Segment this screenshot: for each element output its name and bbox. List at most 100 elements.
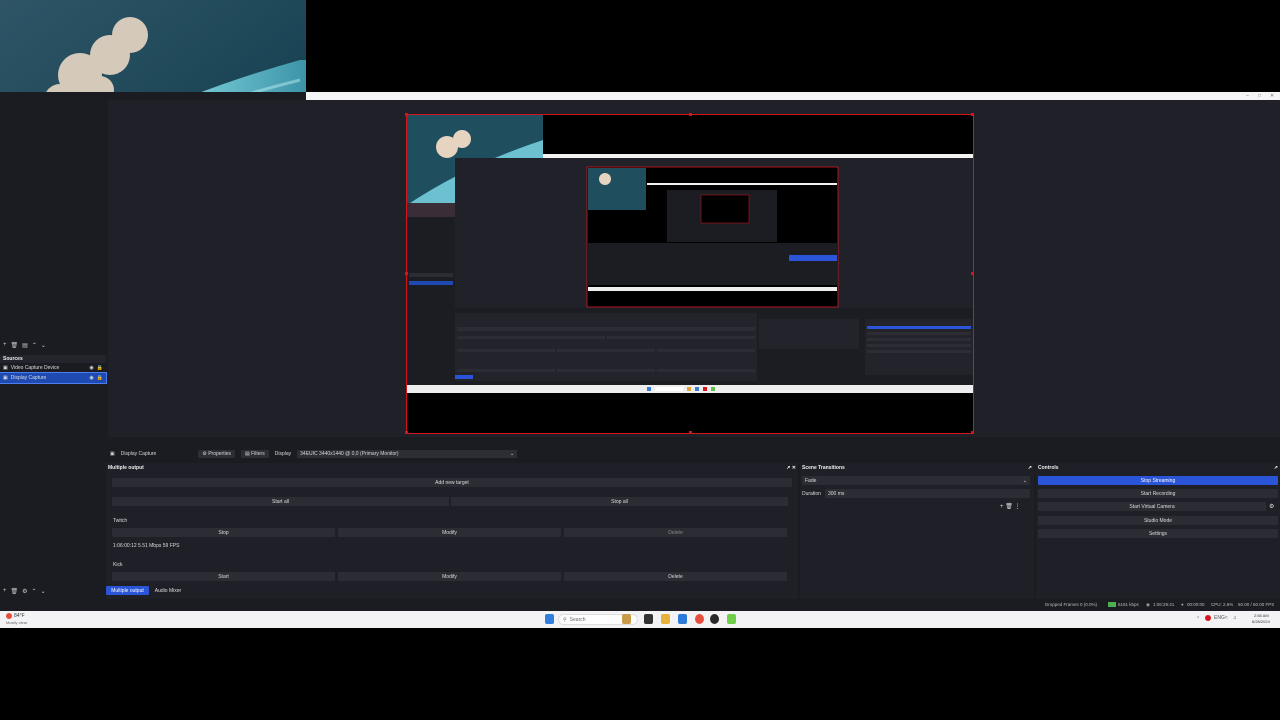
- window-titlebar: – □ ✕: [306, 92, 1280, 100]
- source-item-display-capture[interactable]: ▣ Display Capture ◉ 🔒: [0, 372, 107, 384]
- eye-icon[interactable]: ◉: [89, 375, 93, 381]
- status-bar: Dropped Frames 0 (0.0%) 6181 kbps ◉ 1:06…: [0, 600, 1280, 610]
- trash-icon[interactable]: 🗑: [11, 342, 19, 349]
- resize-handle[interactable]: [405, 272, 408, 275]
- chevron-up-icon[interactable]: ⌃: [1196, 616, 1200, 622]
- source-label: Display Capture: [10, 375, 47, 381]
- close-icon[interactable]: ✕: [1270, 93, 1274, 99]
- record-time: 00:00:00: [1187, 602, 1205, 607]
- float-icon[interactable]: ↗: [1274, 465, 1278, 471]
- nested-capture-image: [407, 115, 973, 433]
- maximize-icon[interactable]: □: [1258, 93, 1261, 99]
- target-delete-button[interactable]: Delete: [564, 528, 787, 537]
- weather-desc: Mostly clear: [6, 620, 28, 625]
- up-arrow-icon[interactable]: ⌃: [32, 342, 37, 349]
- dock-title: Multiple output: [108, 464, 144, 471]
- target-name: Twitch: [113, 518, 128, 524]
- scene-transitions-dock: Scene Transitions ↗ Fade ⌄ Duration 300 m…: [800, 463, 1034, 599]
- start-virtual-camera-button[interactable]: Start Virtual Camera: [1038, 502, 1266, 511]
- tray-icon[interactable]: [1205, 615, 1211, 621]
- stream-icon: ◉: [1146, 602, 1150, 607]
- target-modify-button[interactable]: Modify: [338, 528, 561, 537]
- preview-canvas[interactable]: [405, 113, 974, 434]
- settings-button[interactable]: Settings: [1038, 529, 1278, 538]
- task-view-icon[interactable]: [644, 614, 653, 624]
- more-icon[interactable]: ⋮: [1014, 504, 1020, 510]
- add-icon[interactable]: +: [3, 342, 7, 348]
- chevron-down-icon: ⌄: [509, 450, 515, 457]
- cpu-usage: CPU: 2.6%: [1211, 602, 1234, 607]
- lock-icon[interactable]: 🔒: [97, 375, 103, 381]
- context-source-name: Display Capture: [120, 450, 157, 457]
- left-dock: + 🗑 ▤ ⌃ ⌄ Sources ▣ Video Capture Device…: [0, 229, 107, 609]
- stop-streaming-button[interactable]: Stop Streaming: [1038, 476, 1278, 485]
- dock-title: Controls: [1038, 464, 1059, 471]
- resize-handle[interactable]: [405, 113, 408, 116]
- record-icon: ●: [1181, 602, 1184, 607]
- sources-title: Sources: [0, 355, 106, 363]
- target-modify-button[interactable]: Modify: [338, 572, 561, 581]
- multiple-output-dock: Multiple output ↗ ✕ Add new target Start…: [106, 463, 798, 599]
- close-icon[interactable]: ✕: [792, 465, 796, 471]
- up-arrow-icon[interactable]: ⌃: [32, 588, 37, 595]
- filter-icon[interactable]: ▤: [22, 342, 28, 349]
- tab-audio-mixer[interactable]: Audio Mixer: [151, 586, 185, 595]
- resize-handle[interactable]: [405, 431, 408, 434]
- obs-icon[interactable]: [710, 614, 719, 624]
- duration-label: Duration: [802, 491, 821, 497]
- down-arrow-icon[interactable]: ⌄: [41, 588, 46, 595]
- display-select[interactable]: 34EUIC 3440x1440 @ 0,0 (Primary Monitor)…: [297, 449, 518, 458]
- target-stop-button[interactable]: Stop: [112, 528, 335, 537]
- stop-all-button[interactable]: Stop all: [451, 497, 788, 506]
- taskbar: 84°F Mostly clear ⚲ Search ⌃ ENG ≈ ♫ 2:5…: [0, 611, 1280, 628]
- target-name: Kick: [113, 562, 123, 568]
- clock-date[interactable]: 6/28/2024: [1252, 619, 1270, 624]
- volume-icon[interactable]: ♫: [1233, 615, 1237, 621]
- trash-icon[interactable]: 🗑: [11, 588, 19, 595]
- weather-icon[interactable]: [6, 613, 12, 619]
- tab-multiple-output[interactable]: Multiple output: [106, 586, 149, 595]
- source-item-video-capture[interactable]: ▣ Video Capture Device ◉ 🔒: [0, 363, 106, 373]
- display-label: Display: [274, 450, 292, 457]
- wifi-icon[interactable]: ≈: [1225, 615, 1228, 621]
- chrome-icon[interactable]: [695, 614, 704, 624]
- gear-icon[interactable]: ⚙: [22, 588, 27, 595]
- float-icon[interactable]: ↗: [1028, 465, 1032, 471]
- add-icon[interactable]: +: [3, 588, 7, 594]
- resize-handle[interactable]: [971, 113, 974, 116]
- trash-icon[interactable]: 🗑: [1005, 504, 1013, 510]
- clock-time[interactable]: 2:55 AM: [1254, 613, 1269, 618]
- start-all-button[interactable]: Start all: [112, 497, 449, 506]
- duration-input[interactable]: 300 ms: [825, 489, 1030, 498]
- gear-icon[interactable]: ⚙: [1269, 503, 1274, 510]
- float-icon[interactable]: ↗: [786, 465, 790, 471]
- studio-mode-button[interactable]: Studio Mode: [1038, 516, 1278, 525]
- scenes-toolbar: + 🗑 ▤ ⌃ ⌄: [0, 341, 106, 351]
- dock-title: Scene Transitions: [802, 464, 845, 471]
- start-icon[interactable]: [545, 614, 554, 624]
- resize-handle[interactable]: [971, 272, 974, 275]
- resize-handle[interactable]: [689, 431, 692, 434]
- properties-button[interactable]: ⚙ Properties: [198, 449, 235, 458]
- app-icon[interactable]: [727, 614, 736, 624]
- add-icon[interactable]: +: [1000, 504, 1004, 510]
- file-explorer-icon[interactable]: [661, 614, 670, 624]
- resize-handle[interactable]: [689, 113, 692, 116]
- filters-button[interactable]: ▤ Filters: [240, 449, 269, 458]
- search-icon: ⚲: [563, 616, 567, 623]
- eye-icon[interactable]: ◉: [89, 365, 93, 371]
- bitrate: 6181 kbps: [1118, 602, 1139, 607]
- language-indicator[interactable]: ENG: [1214, 615, 1225, 621]
- target-start-button[interactable]: Start: [112, 572, 335, 581]
- start-recording-button[interactable]: Start Recording: [1038, 489, 1278, 498]
- resize-handle[interactable]: [971, 431, 974, 434]
- target-delete-button[interactable]: Delete: [564, 572, 787, 581]
- minimize-icon[interactable]: –: [1246, 93, 1249, 99]
- add-target-button[interactable]: Add new target: [112, 478, 792, 487]
- transition-select[interactable]: Fade ⌄: [802, 476, 1030, 485]
- widget-icon[interactable]: [622, 614, 631, 624]
- down-arrow-icon[interactable]: ⌄: [41, 342, 46, 349]
- target-stats: 1:06:00:12 5.51 Mbps 59 FPS: [113, 543, 180, 549]
- lock-icon[interactable]: 🔒: [97, 365, 103, 371]
- store-icon[interactable]: [678, 614, 687, 624]
